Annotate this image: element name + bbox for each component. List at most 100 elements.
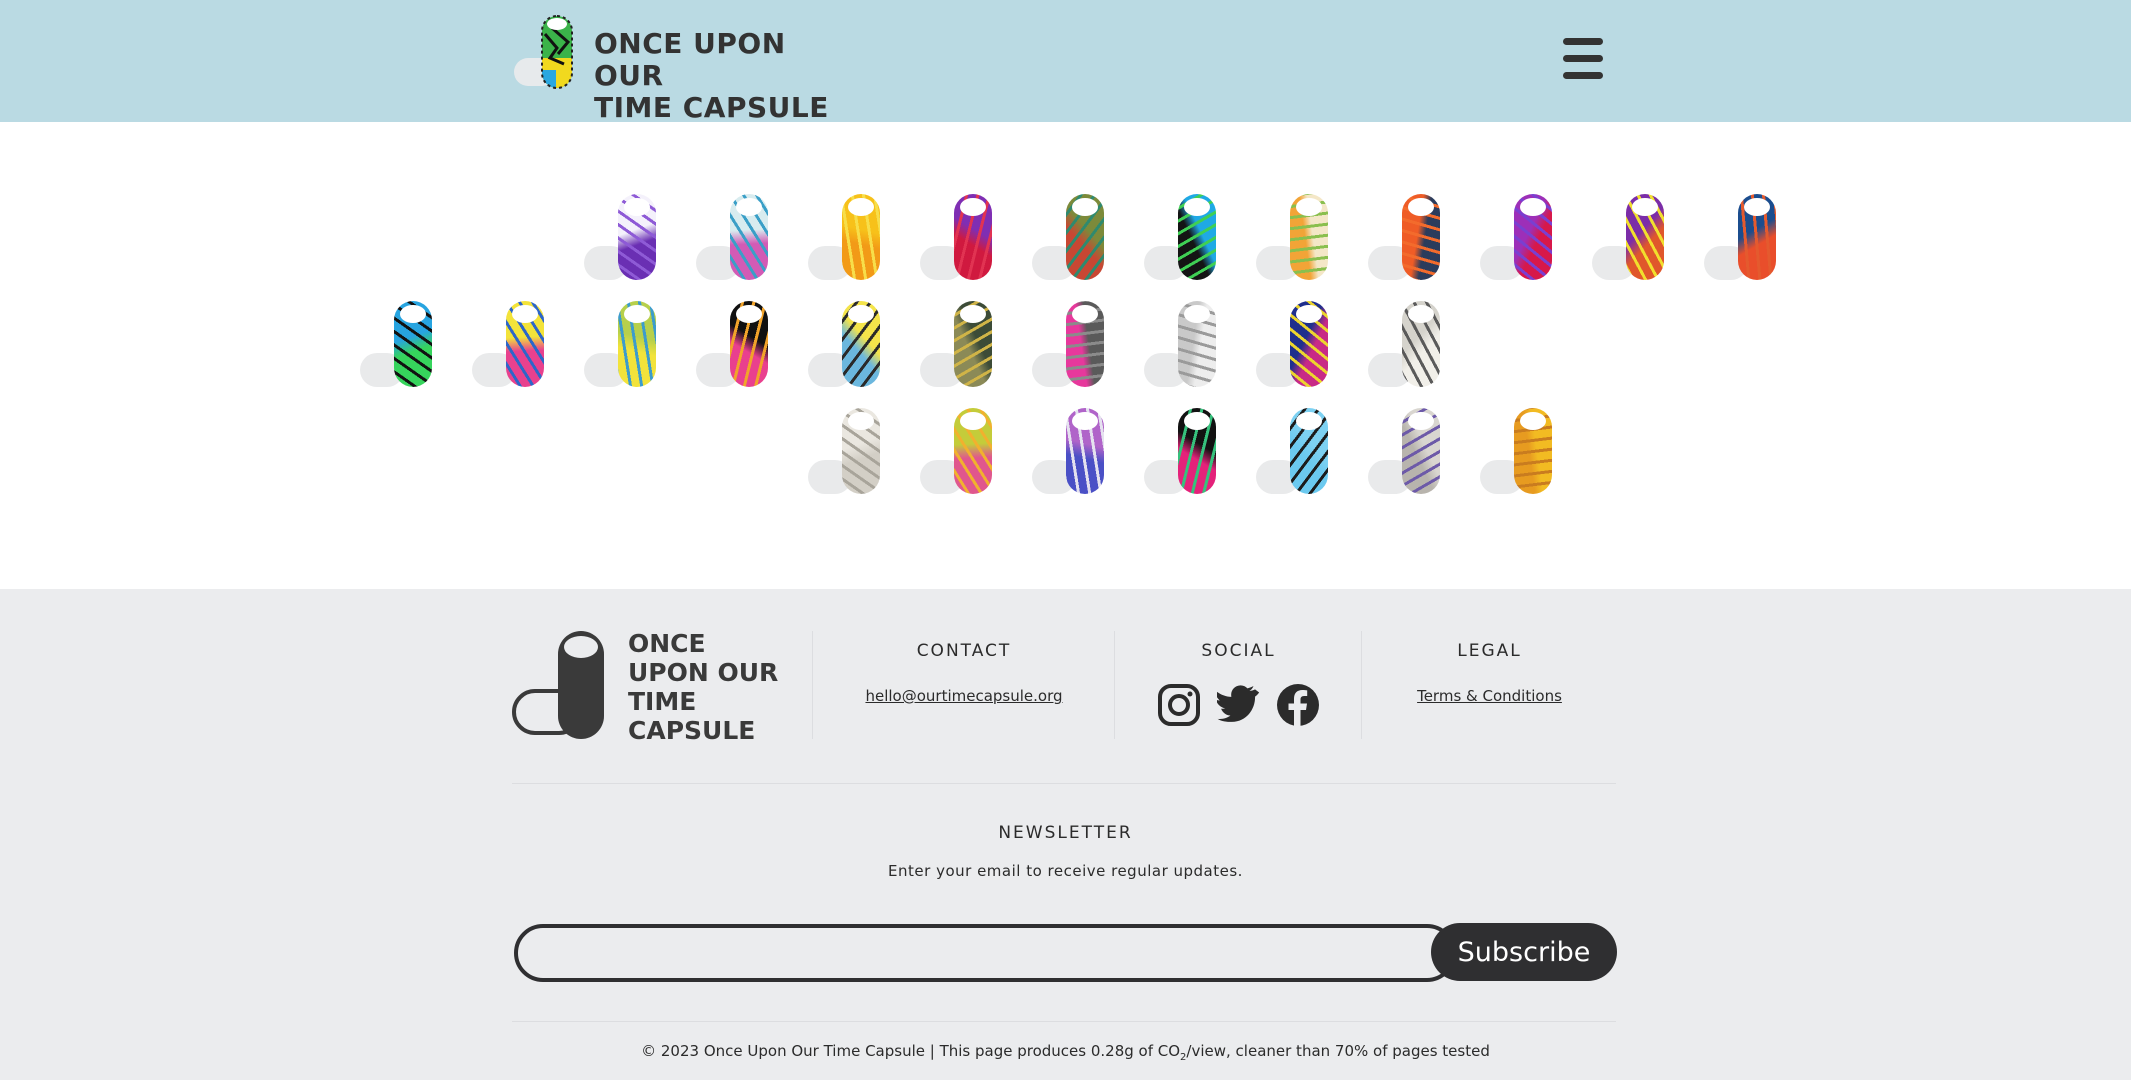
capsule-artwork — [1178, 408, 1216, 494]
footer-logo-line4: CAPSULE — [628, 716, 756, 745]
copyright-text-start: © 2023 Once Upon Our Time Capsule | This… — [641, 1042, 1181, 1060]
capsule-gold-lines[interactable] — [1480, 408, 1556, 496]
header-logo-text: ONCE UPON OUR TIME CAPSULE — [594, 28, 852, 124]
footer-divider — [812, 631, 813, 739]
capsule-brown-green[interactable] — [1032, 194, 1108, 282]
header-logo[interactable]: ONCE UPON OUR TIME CAPSULE — [512, 14, 852, 124]
capsule-magenta-navy[interactable] — [1256, 301, 1332, 389]
capsule-grid — [0, 122, 2131, 589]
capsule-artwork — [1402, 301, 1440, 387]
capsule-blue-face[interactable] — [1144, 194, 1220, 282]
capsule-scribble-multicolor[interactable] — [696, 194, 772, 282]
capsule-paper-script[interactable] — [808, 408, 884, 496]
capsule-artwork — [1290, 301, 1328, 387]
capsule-artwork — [618, 301, 656, 387]
capsule-light-blue[interactable] — [1256, 408, 1332, 496]
capsule-cap — [1744, 198, 1770, 216]
capsule-lime-yellow[interactable] — [584, 301, 660, 389]
capsule-cap — [1296, 412, 1322, 430]
capsule-artwork — [730, 194, 768, 280]
capsule-cap — [1632, 198, 1658, 216]
capsule-artwork — [1066, 194, 1104, 280]
capsule-cap — [736, 198, 762, 216]
footer-logo-line2: UPON OUR — [628, 658, 779, 687]
capsule-artwork — [1402, 194, 1440, 280]
capsule-grey-sketch[interactable] — [1368, 408, 1444, 496]
capsule-rainbow-wedge[interactable] — [472, 301, 548, 389]
capsule-cap — [1520, 198, 1546, 216]
capsule-yellow-orange[interactable] — [808, 194, 884, 282]
footer-contact: CONTACT hello@ourtimecapsule.org — [814, 641, 1114, 705]
twitter-icon[interactable] — [1216, 683, 1261, 727]
capsule-cap — [848, 305, 874, 323]
menu-bar-middle — [1563, 55, 1603, 62]
newsletter-email-input[interactable] — [514, 924, 1456, 982]
capsule-cap — [960, 305, 986, 323]
terms-conditions-link[interactable]: Terms & Conditions — [1417, 687, 1562, 705]
capsule-artwork — [506, 301, 544, 387]
capsule-green-black[interactable] — [360, 301, 436, 389]
social-icons — [1116, 683, 1361, 729]
capsule-cap — [1184, 412, 1210, 430]
capsule-cap — [1408, 198, 1434, 216]
capsule-cap — [624, 305, 650, 323]
copyright-text: © 2023 Once Upon Our Time Capsule | This… — [0, 1042, 2131, 1063]
capsule-artwork — [1290, 408, 1328, 494]
footer-divider — [1114, 631, 1115, 739]
capsule-cap — [960, 412, 986, 430]
capsule-cap — [736, 305, 762, 323]
capsule-cap — [624, 198, 650, 216]
menu-bar-top — [1563, 38, 1603, 45]
footer-logo[interactable]: ONCE UPON OUR TIME CAPSULE — [512, 629, 802, 749]
instagram-icon[interactable] — [1157, 683, 1201, 727]
capsule-black-heart[interactable] — [1144, 408, 1220, 496]
footer-separator — [512, 1021, 1616, 1022]
capsule-cap — [848, 412, 874, 430]
menu-bar-bottom — [1563, 72, 1603, 79]
capsule-pink-purple[interactable] — [1480, 194, 1556, 282]
capsule-artwork — [1178, 194, 1216, 280]
capsule-cap — [1296, 198, 1322, 216]
capsule-artwork — [1178, 301, 1216, 387]
capsule-cap — [1184, 198, 1210, 216]
capsule-handwritten-note[interactable] — [1144, 301, 1220, 389]
header-logo-line2: TIME CAPSULE — [594, 91, 829, 124]
capsule-black-neon[interactable] — [696, 301, 772, 389]
capsule-cap — [1184, 305, 1210, 323]
capsule-artwork — [1514, 194, 1552, 280]
capsule-child-drawing[interactable] — [1256, 194, 1332, 282]
capsule-orange-navy[interactable] — [1368, 194, 1444, 282]
legal-title: LEGAL — [1457, 641, 1522, 661]
capsule-cap — [400, 305, 426, 323]
capsule-artwork — [1402, 408, 1440, 494]
capsule-artwork — [618, 194, 656, 280]
subscribe-button[interactable]: Subscribe — [1431, 923, 1617, 981]
capsule-lime-pink[interactable] — [920, 408, 996, 496]
capsule-magenta-red[interactable] — [920, 194, 996, 282]
capsule-purple-scribble[interactable] — [1032, 408, 1108, 496]
capsule-cap — [848, 198, 874, 216]
contact-email-link[interactable]: hello@ourtimecapsule.org — [865, 687, 1062, 705]
footer-social: SOCIAL — [1116, 641, 1361, 729]
capsule-artwork — [954, 194, 992, 280]
capsule-artwork — [842, 408, 880, 494]
capsule-orange-blue[interactable] — [1704, 194, 1780, 282]
capsule-artwork — [842, 194, 880, 280]
capsule-grey-pink[interactable] — [1032, 301, 1108, 389]
hamburger-menu-icon[interactable] — [1560, 36, 1606, 82]
capsule-artwork — [1066, 301, 1104, 387]
footer-separator — [512, 783, 1616, 784]
capsule-cap — [1296, 305, 1322, 323]
facebook-icon[interactable] — [1276, 683, 1320, 727]
capsule-purple-stripes[interactable] — [584, 194, 660, 282]
capsule-rainbow-yellow[interactable] — [1592, 194, 1668, 282]
capsule-cap — [1408, 305, 1434, 323]
capsule-written-letter[interactable] — [1368, 301, 1444, 389]
capsule-artwork — [1626, 194, 1664, 280]
copyright-text-end: /view, cleaner than 70% of pages tested — [1186, 1042, 1490, 1060]
capsule-artwork — [394, 301, 432, 387]
capsule-sky-yellow[interactable] — [808, 301, 884, 389]
footer-divider — [1361, 631, 1362, 739]
capsule-artwork — [1290, 194, 1328, 280]
capsule-olive-camo[interactable] — [920, 301, 996, 389]
